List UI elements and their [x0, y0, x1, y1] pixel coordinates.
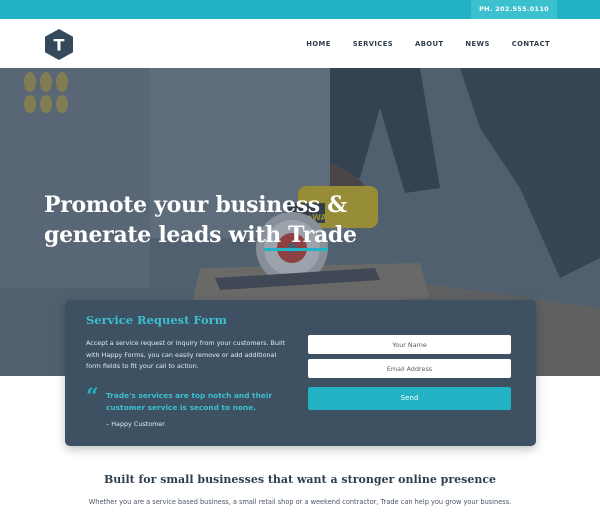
- form-title: Service Request Form: [86, 313, 227, 327]
- site-header: T HOME SERVICES ABOUT NEWS CONTACT: [0, 19, 600, 68]
- nav-item-home[interactable]: HOME: [306, 40, 330, 48]
- send-button[interactable]: Send: [308, 387, 511, 410]
- email-input[interactable]: [308, 359, 511, 378]
- site-logo[interactable]: T: [45, 29, 73, 60]
- hexagon-logo-icon: T: [45, 29, 73, 60]
- nav-item-news[interactable]: NEWS: [465, 40, 489, 48]
- nav-item-services[interactable]: SERVICES: [353, 40, 393, 48]
- section-title: Built for small businesses that want a s…: [103, 473, 497, 486]
- hero-title-line1: Promote your business &: [44, 192, 347, 218]
- service-request-card: Service Request Form Accept a service re…: [65, 300, 536, 446]
- section-text: Whether you are a service based business…: [88, 498, 512, 506]
- nav-item-contact[interactable]: CONTACT: [512, 40, 550, 48]
- logo-letter: T: [54, 36, 65, 55]
- hero-title: Promote your business & generate leads w…: [44, 190, 357, 250]
- top-bar: PH. 202.555.0110: [0, 0, 600, 19]
- testimonial-quote: Trade's services are top notch and their…: [106, 391, 273, 412]
- name-input[interactable]: [308, 335, 511, 354]
- main-nav: HOME SERVICES ABOUT NEWS CONTACT: [306, 19, 550, 68]
- phone-number[interactable]: PH. 202.555.0110: [471, 0, 557, 19]
- nav-item-about[interactable]: ABOUT: [415, 40, 443, 48]
- title-underline: [264, 248, 328, 251]
- hero-title-line2: generate leads with Trade: [44, 222, 357, 248]
- testimonial-author: – Happy Customer: [106, 420, 165, 428]
- quote-icon: “: [86, 384, 99, 410]
- form-description: Accept a service request or inquiry from…: [86, 339, 286, 370]
